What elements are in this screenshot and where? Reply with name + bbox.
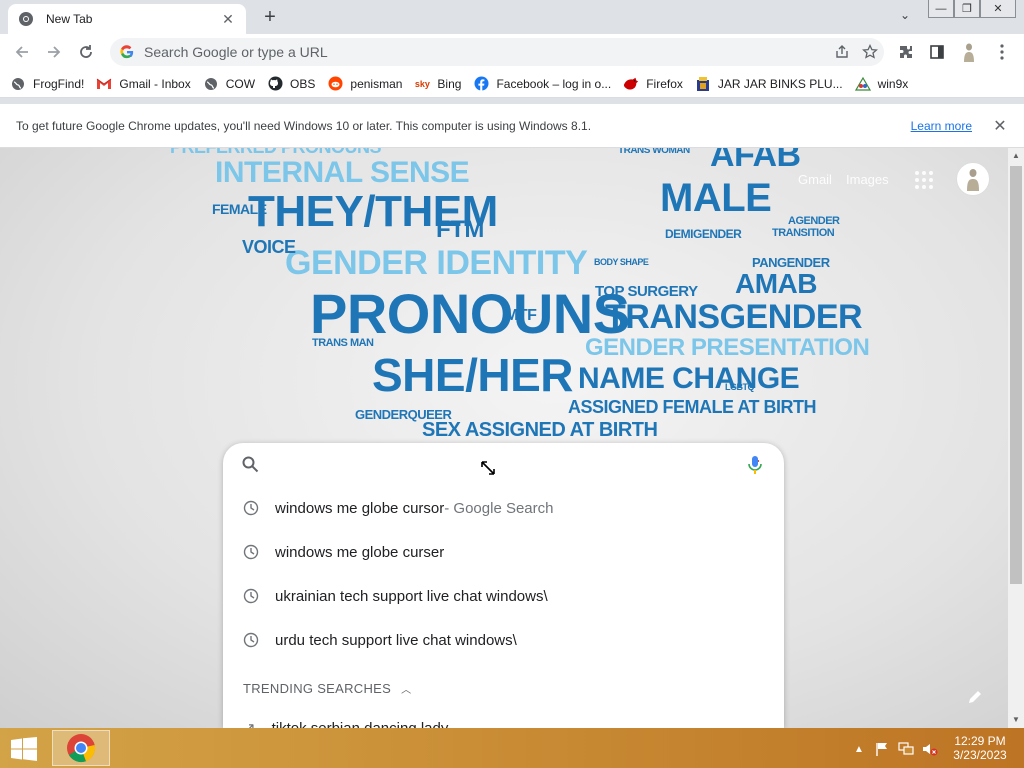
win9x-icon (854, 76, 871, 92)
search-icon (242, 456, 259, 473)
taskbar-clock[interactable]: 12:29 PM 3/23/2023 (948, 734, 1012, 762)
forward-button[interactable] (42, 40, 66, 64)
gmail-link[interactable]: Gmail (798, 172, 832, 187)
taskbar-chrome-button[interactable] (52, 730, 110, 766)
suggestion-item[interactable]: ukrainian tech support live chat windows… (223, 574, 784, 618)
suggestion-item[interactable]: windows me globe cursor - Google Search (223, 486, 784, 530)
windows-start-icon[interactable] (10, 737, 38, 761)
new-tab-button[interactable]: + (258, 7, 282, 29)
suggestion-item[interactable]: windows me globe curser (223, 530, 784, 574)
firefox-icon (623, 76, 639, 92)
history-clock-icon (243, 632, 259, 648)
gmail-icon (96, 76, 112, 92)
update-infobar: To get future Google Chrome updates, you… (0, 104, 1024, 148)
minimize-button[interactable]: — (928, 0, 954, 18)
show-hidden-icons-icon[interactable]: ▲ (850, 740, 868, 758)
bookmark-win9x[interactable]: win9x (854, 76, 908, 92)
background-wordcloud: PREFERRED PRONOUNS INTERNAL SENSE THEY/T… (170, 148, 870, 441)
bookmark-jar-jar[interactable]: JAR JAR BINKS PLU... (695, 76, 843, 92)
suggestion-item[interactable]: urdu tech support live chat windows\ (223, 618, 784, 662)
history-clock-icon (243, 588, 259, 604)
bookmark-obs[interactable]: OBS (267, 76, 315, 92)
images-link[interactable]: Images (846, 172, 889, 187)
close-window-button[interactable]: ✕ (980, 0, 1016, 18)
ntp-avatar[interactable] (956, 162, 990, 196)
scroll-up-icon[interactable]: ▲ (1008, 148, 1024, 164)
github-icon (267, 76, 283, 92)
bookmark-icon (695, 76, 711, 92)
page-scrollbar[interactable]: ▲ ▼ (1008, 148, 1024, 728)
tab-strip: New Tab ✕ + ⌄ — ❐ ✕ (0, 0, 1024, 34)
bookmark-frogfind[interactable]: FrogFind! (10, 76, 84, 92)
reload-button[interactable] (74, 40, 98, 64)
bookmarks-bar: FrogFind! Gmail - Inbox COW OBS penisman… (0, 70, 1024, 98)
bookmark-facebook[interactable]: Facebook – log in o... (473, 76, 611, 92)
close-tab-icon[interactable]: ✕ (220, 11, 236, 27)
tab-new-tab[interactable]: New Tab ✕ (8, 4, 246, 34)
bing-icon: sky (414, 78, 430, 89)
restore-button[interactable]: ❐ (954, 0, 980, 18)
facebook-icon (473, 76, 489, 92)
arrow-right-icon (48, 46, 61, 58)
apps-grid-icon[interactable] (912, 168, 936, 192)
close-infobar-icon[interactable]: ✕ (992, 118, 1008, 135)
tab-search-icon[interactable]: ⌄ (895, 8, 915, 26)
infobar-message: To get future Google Chrome updates, you… (16, 118, 592, 133)
bookmark-cow[interactable]: COW (203, 76, 255, 92)
search-input-row[interactable] (223, 443, 784, 485)
history-clock-icon (243, 500, 259, 516)
scroll-down-icon[interactable]: ▼ (1008, 712, 1024, 728)
bookmark-penisman[interactable]: penisman (327, 76, 402, 92)
volume-muted-icon[interactable] (921, 740, 939, 758)
chevron-up-icon[interactable]: ︿ (401, 681, 411, 696)
back-button[interactable] (10, 40, 34, 64)
resize-cursor-icon (481, 461, 495, 475)
windows-taskbar: ▲ 12:29 PM 3/23/2023 (0, 728, 1024, 768)
bookmark-firefox[interactable]: Firefox (623, 76, 683, 92)
reddit-icon (327, 76, 343, 92)
learn-more-link[interactable]: Learn more (911, 119, 972, 133)
tab-title: New Tab (46, 12, 93, 26)
side-panel-icon[interactable] (925, 40, 949, 64)
chrome-icon (19, 12, 33, 26)
history-clock-icon (243, 544, 259, 560)
arrow-left-icon (15, 46, 28, 58)
globe-icon (203, 76, 219, 92)
bookmark-gmail[interactable]: Gmail - Inbox (96, 76, 191, 92)
network-icon[interactable] (897, 740, 915, 758)
customize-pencil-icon[interactable] (966, 688, 984, 706)
globe-icon (10, 76, 26, 92)
browser-toolbar: Search Google or type a URL (0, 34, 1024, 70)
bookmark-bing[interactable]: sky Bing (414, 76, 462, 92)
reload-icon (80, 45, 92, 58)
chrome-icon (67, 734, 96, 763)
trending-searches-header[interactable]: TRENDING SEARCHES ︿ (243, 681, 411, 696)
share-icon[interactable] (828, 38, 856, 66)
microphone-icon[interactable] (747, 455, 763, 475)
profile-avatar[interactable] (957, 40, 981, 64)
google-g-icon (120, 45, 134, 59)
menu-kebab-icon[interactable] (990, 40, 1014, 64)
scrollbar-thumb[interactable] (1010, 166, 1022, 584)
omnibox-placeholder: Search Google or type a URL (144, 44, 328, 60)
omnibox[interactable]: Search Google or type a URL (110, 38, 884, 66)
extensions-icon[interactable] (894, 40, 918, 64)
bookmark-star-icon[interactable] (856, 38, 884, 66)
search-box-dropdown: windows me globe cursor - Google Search … (223, 443, 784, 737)
action-center-flag-icon[interactable] (873, 740, 891, 758)
